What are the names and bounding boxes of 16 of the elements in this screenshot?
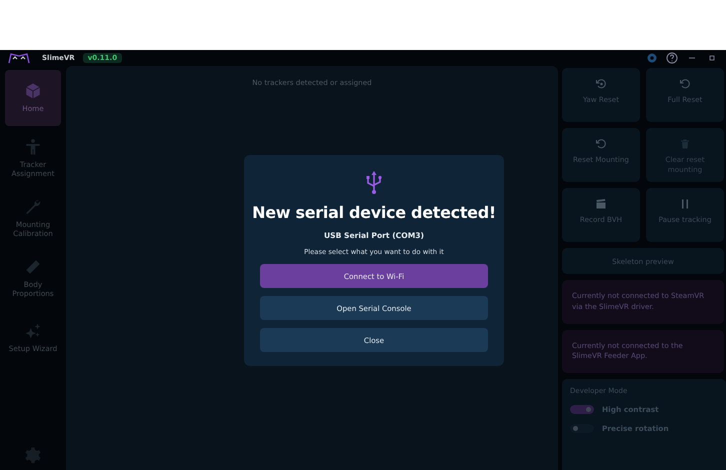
clapperboard-icon — [595, 198, 607, 210]
trash-icon — [679, 138, 691, 150]
dialog-title: New serial device detected! — [252, 203, 496, 222]
logo-icon — [8, 52, 30, 64]
reset-icon — [595, 138, 607, 150]
toggle-switch[interactable] — [570, 424, 594, 434]
sparkles-icon — [24, 322, 42, 340]
help-icon[interactable] — [666, 52, 678, 64]
reset-icon — [679, 78, 691, 90]
wrench-icon — [24, 198, 42, 216]
pause-icon — [679, 198, 691, 210]
usb-icon — [365, 169, 383, 195]
yaw-reset-icon — [595, 78, 607, 90]
toggle-switch[interactable] — [570, 405, 594, 414]
person-icon — [24, 138, 42, 156]
cube-icon — [24, 82, 42, 100]
